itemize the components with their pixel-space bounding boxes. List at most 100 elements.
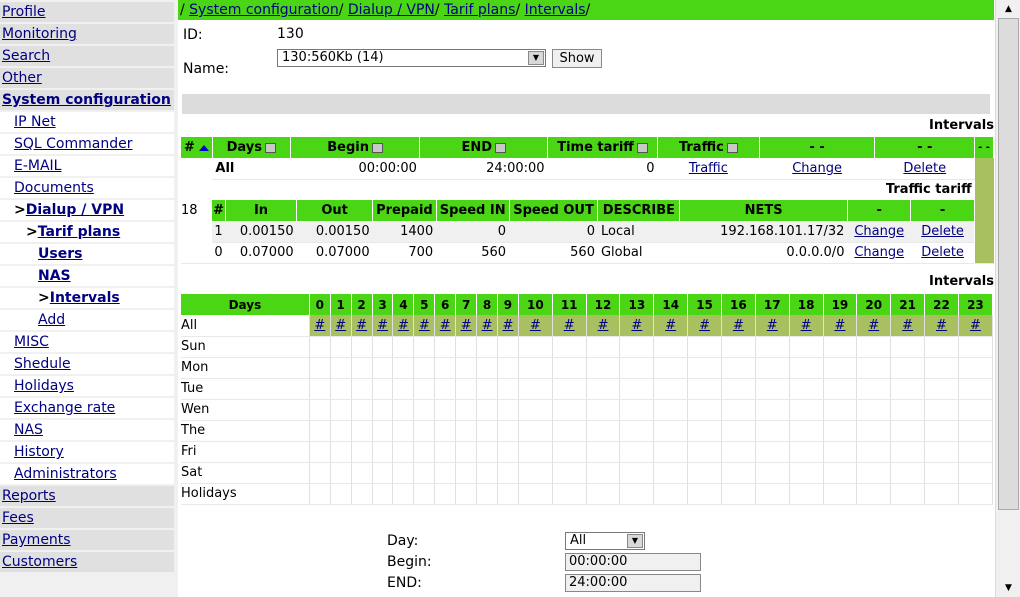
hour-cell[interactable] xyxy=(924,483,959,505)
sidebar-item[interactable]: NAS xyxy=(0,420,174,440)
hour-cell[interactable] xyxy=(330,441,352,463)
sidebar-item[interactable]: Holidays xyxy=(0,376,174,396)
sidebar-item-label[interactable]: Payments xyxy=(2,532,71,548)
hour-cell[interactable] xyxy=(413,378,436,400)
hour-cell[interactable] xyxy=(856,378,892,400)
hour-cell[interactable] xyxy=(856,441,892,463)
hour-cell[interactable] xyxy=(653,420,689,442)
sidebar-item[interactable]: Customers xyxy=(0,552,174,572)
hour-cell[interactable] xyxy=(823,441,858,463)
hour-link[interactable]: # xyxy=(314,318,325,333)
traffic-link[interactable]: Traffic xyxy=(689,161,728,176)
hour-link[interactable]: # xyxy=(868,318,879,333)
hour-cell[interactable] xyxy=(619,378,655,400)
show-button[interactable]: Show xyxy=(552,49,602,68)
hour-cell[interactable] xyxy=(924,399,959,421)
hour-cell[interactable] xyxy=(586,336,621,358)
hour-cell[interactable] xyxy=(924,441,959,463)
hour-cell[interactable] xyxy=(687,483,722,505)
hour-cell[interactable] xyxy=(434,462,457,484)
hour-cell[interactable] xyxy=(755,483,790,505)
hour-cell[interactable] xyxy=(958,483,994,505)
hour-cell[interactable] xyxy=(330,483,352,505)
hour-cell[interactable] xyxy=(755,420,790,442)
hour-cell[interactable] xyxy=(924,378,959,400)
hour-cell[interactable] xyxy=(823,378,858,400)
hour-cell[interactable] xyxy=(392,357,415,379)
sidebar-item-label[interactable]: Tarif plans xyxy=(38,224,120,240)
hour-cell[interactable] xyxy=(653,399,689,421)
hour-cell[interactable] xyxy=(455,441,478,463)
sidebar-item[interactable]: MISC xyxy=(0,332,174,352)
hour-cell[interactable] xyxy=(890,357,926,379)
checkbox-icon[interactable] xyxy=(636,142,648,153)
sidebar-item-label[interactable]: Monitoring xyxy=(2,26,77,42)
breadcrumb-link[interactable]: System configuration xyxy=(189,2,339,18)
hour-cell[interactable] xyxy=(434,441,457,463)
hour-cell[interactable] xyxy=(413,399,436,421)
hour-cell[interactable] xyxy=(619,399,655,421)
hour-cell[interactable] xyxy=(721,420,756,442)
checkbox-icon[interactable] xyxy=(726,142,738,153)
hour-cell[interactable] xyxy=(476,483,498,505)
hour-cell[interactable] xyxy=(309,378,331,400)
hour-link[interactable]: # xyxy=(461,318,472,333)
hour-cell[interactable] xyxy=(309,483,331,505)
hour-cell[interactable] xyxy=(653,378,689,400)
sidebar-item[interactable]: Fees xyxy=(0,508,174,528)
sidebar-item[interactable]: Users xyxy=(0,244,174,264)
sidebar-item[interactable]: SQL Commander xyxy=(0,134,174,154)
sidebar-item-label[interactable]: MISC xyxy=(14,334,49,350)
sidebar-item[interactable]: Search xyxy=(0,46,174,66)
hour-cell[interactable] xyxy=(518,378,553,400)
hour-cell[interactable] xyxy=(351,378,373,400)
hour-cell[interactable] xyxy=(890,441,926,463)
hour-cell[interactable] xyxy=(755,441,790,463)
hour-link[interactable]: # xyxy=(564,318,575,333)
name-select[interactable]: 130:560Kb (14) ▼ xyxy=(277,49,546,67)
sidebar-item[interactable]: Other xyxy=(0,68,174,88)
hour-cell[interactable] xyxy=(586,462,621,484)
hour-link[interactable]: # xyxy=(440,318,451,333)
hour-cell[interactable] xyxy=(552,483,587,505)
hour-cell[interactable] xyxy=(518,399,553,421)
hour-cell[interactable] xyxy=(958,378,994,400)
hour-cell[interactable] xyxy=(924,336,959,358)
hour-cell[interactable] xyxy=(392,336,415,358)
hour-cell[interactable] xyxy=(497,420,519,442)
hour-link[interactable]: # xyxy=(598,318,609,333)
hour-cell[interactable] xyxy=(434,483,457,505)
hour-cell[interactable] xyxy=(653,462,689,484)
hour-link[interactable]: # xyxy=(503,318,514,333)
hour-cell[interactable] xyxy=(721,357,756,379)
hour-cell[interactable] xyxy=(455,483,478,505)
hour-cell[interactable] xyxy=(351,357,373,379)
hour-cell[interactable] xyxy=(823,420,858,442)
hour-cell[interactable] xyxy=(330,462,352,484)
hour-cell[interactable] xyxy=(372,399,394,421)
hour-cell[interactable] xyxy=(330,357,352,379)
hour-cell[interactable] xyxy=(552,357,587,379)
hour-cell[interactable] xyxy=(372,420,394,442)
sidebar-item-label[interactable]: Reports xyxy=(2,488,56,504)
hour-cell[interactable] xyxy=(476,378,498,400)
col-time-tariff[interactable]: Time tariff xyxy=(547,137,658,158)
hour-cell[interactable] xyxy=(856,357,892,379)
hour-cell[interactable] xyxy=(890,399,926,421)
sidebar-item[interactable]: Reports xyxy=(0,486,174,506)
hour-cell[interactable] xyxy=(586,357,621,379)
hour-cell[interactable] xyxy=(476,441,498,463)
end-input[interactable]: 24:00:00 xyxy=(565,574,701,592)
hour-cell[interactable] xyxy=(455,378,478,400)
hour-cell[interactable] xyxy=(455,462,478,484)
sidebar-item-label[interactable]: Add xyxy=(38,312,65,328)
hour-cell[interactable] xyxy=(552,441,587,463)
hour-cell[interactable] xyxy=(789,420,824,442)
hour-cell[interactable] xyxy=(789,441,824,463)
hour-link[interactable]: # xyxy=(398,318,409,333)
hour-cell[interactable] xyxy=(823,357,858,379)
hour-cell[interactable] xyxy=(497,378,519,400)
hour-link[interactable]: # xyxy=(699,318,710,333)
hour-link[interactable]: # xyxy=(419,318,430,333)
hour-cell[interactable] xyxy=(619,336,655,358)
